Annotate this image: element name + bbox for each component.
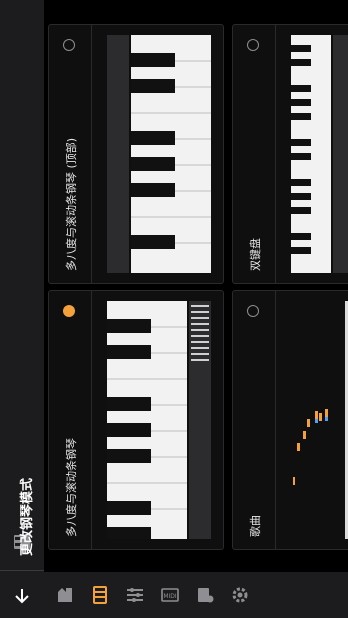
radio-unselected[interactable]	[247, 39, 259, 51]
radio-unselected[interactable]	[247, 305, 259, 317]
mode-label: 多八度与滚动条钢琴	[65, 438, 78, 537]
radio-unselected[interactable]	[63, 39, 75, 51]
mode-label: 歌曲	[249, 515, 262, 537]
arrow-back-icon[interactable]	[9, 583, 35, 609]
mode-card-multi-octave-top[interactable]: 多八度与滚动条钢琴 (顶部)	[48, 24, 224, 284]
keyboard-preview	[107, 301, 211, 539]
keyboard-preview	[291, 35, 348, 273]
mode-label: 多八度与滚动条钢琴 (顶部)	[65, 137, 78, 271]
mode-card-song[interactable]: 歌曲	[232, 290, 348, 550]
record-icon[interactable]	[192, 582, 218, 608]
song-preview	[293, 301, 348, 539]
gear-icon[interactable]	[227, 582, 253, 608]
card-label-area: 歌曲	[233, 291, 276, 549]
mode-card-multi-octave[interactable]: 多八度与滚动条钢琴	[48, 290, 224, 550]
radio-selected[interactable]	[63, 305, 75, 317]
card-label-area: 多八度与滚动条钢琴 (顶部)	[49, 25, 92, 283]
card-label-area: 多八度与滚动条钢琴	[49, 291, 92, 549]
falling-notes	[293, 409, 328, 485]
keyboard-preview	[107, 35, 211, 273]
piano-hand-icon[interactable]	[52, 582, 78, 608]
mode-card-dual-keyboard[interactable]: 双键盘	[232, 24, 348, 284]
mode-label: 双键盘	[249, 238, 262, 271]
midi-icon[interactable]: MIDI	[157, 582, 183, 608]
nav-tabs: MIDI	[44, 572, 348, 618]
svg-text:MIDI: MIDI	[163, 593, 177, 600]
page-title: 更改钢琴模式	[20, 477, 35, 556]
sliders-icon[interactable]	[122, 582, 148, 608]
card-label-area: 双键盘	[233, 25, 276, 283]
rail-divider	[0, 570, 44, 571]
keyboard-mode-icon[interactable]	[87, 582, 113, 608]
black-keys	[107, 319, 151, 539]
